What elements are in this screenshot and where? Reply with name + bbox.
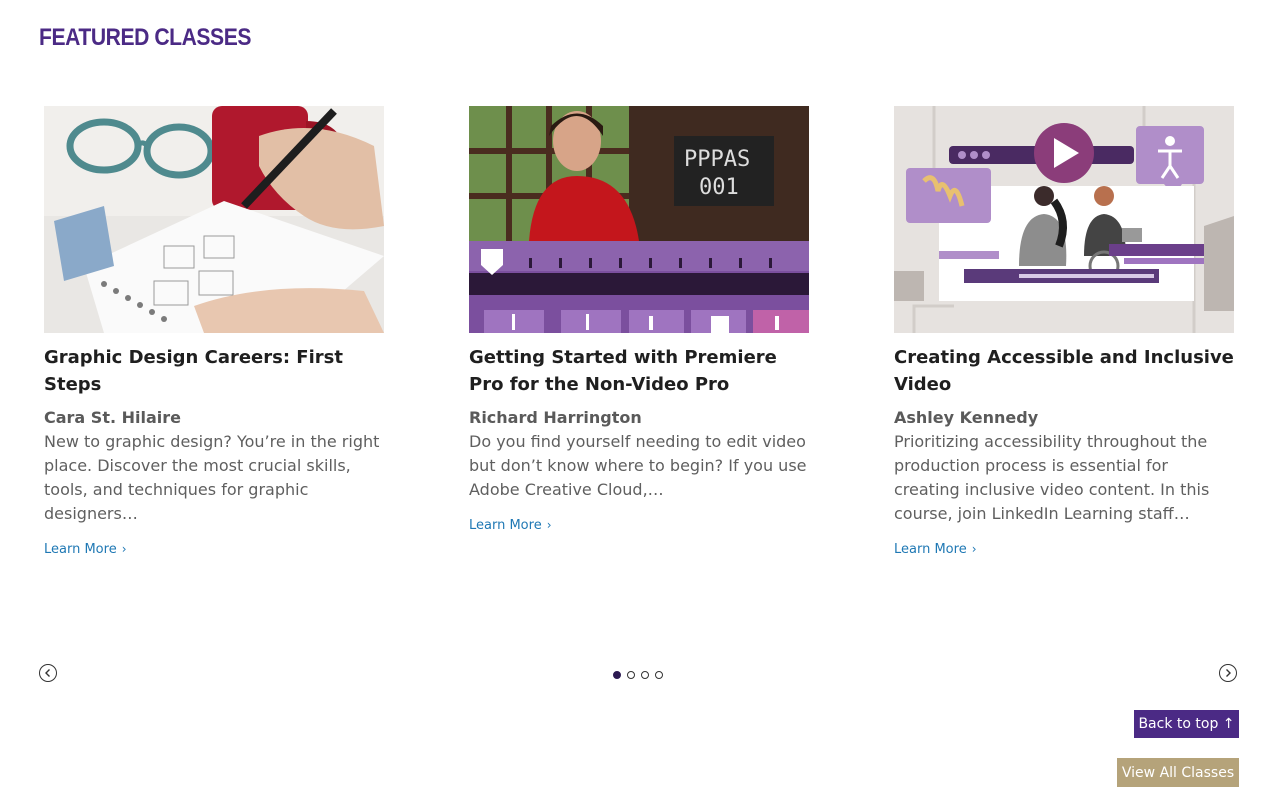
carousel-dot[interactable] <box>627 671 635 679</box>
class-thumbnail[interactable] <box>894 106 1234 333</box>
learn-more-label: Learn More <box>894 542 967 557</box>
view-all-classes-button[interactable]: View All Classes <box>1117 758 1239 787</box>
card-title[interactable]: Creating Accessible and Inclusive Video <box>894 344 1234 398</box>
class-card: PPPAS 001 Getting Started with Premiere … <box>469 106 809 534</box>
card-title[interactable]: Getting Started with Premiere Pro for th… <box>469 344 809 398</box>
carousel-prev-button[interactable] <box>39 664 57 682</box>
card-title[interactable]: Graphic Design Careers: First Steps <box>44 344 384 398</box>
card-author: Cara St. Hilaire <box>44 408 181 427</box>
card-description: Prioritizing accessibility throughout th… <box>894 432 1210 523</box>
class-thumbnail[interactable] <box>44 106 384 333</box>
learn-more-link[interactable]: Learn More › <box>44 542 127 557</box>
learn-more-link[interactable]: Learn More › <box>469 518 552 533</box>
carousel-next-button[interactable] <box>1219 664 1237 682</box>
card-author: Richard Harrington <box>469 408 642 427</box>
learn-more-link[interactable]: Learn More › <box>894 542 977 557</box>
chevron-left-icon <box>45 669 50 677</box>
carousel-pagination <box>613 671 663 679</box>
chevron-right-icon: › <box>121 542 127 556</box>
class-card: Graphic Design Careers: First Steps Cara… <box>44 106 384 558</box>
class-card: Creating Accessible and Inclusive Video … <box>894 106 1234 558</box>
class-thumbnail[interactable]: PPPAS 001 <box>469 106 809 333</box>
card-author: Ashley Kennedy <box>894 408 1039 427</box>
card-description: Do you find yourself needing to edit vid… <box>469 432 807 499</box>
chevron-right-icon: › <box>546 518 552 532</box>
svg-text:001: 001 <box>699 175 739 200</box>
back-to-top-button[interactable]: Back to top ↑ <box>1134 710 1239 738</box>
learn-more-label: Learn More <box>44 542 117 557</box>
carousel-dot[interactable] <box>655 671 663 679</box>
learn-more-label: Learn More <box>469 518 542 533</box>
carousel-dot[interactable] <box>613 671 621 679</box>
chevron-right-icon: › <box>971 542 977 556</box>
svg-text:PPPAS: PPPAS <box>684 147 750 172</box>
card-description: New to graphic design? You’re in the rig… <box>44 432 380 523</box>
carousel-dot[interactable] <box>641 671 649 679</box>
section-title: FEATURED CLASSES <box>39 24 251 51</box>
chevron-right-icon <box>1226 669 1231 677</box>
